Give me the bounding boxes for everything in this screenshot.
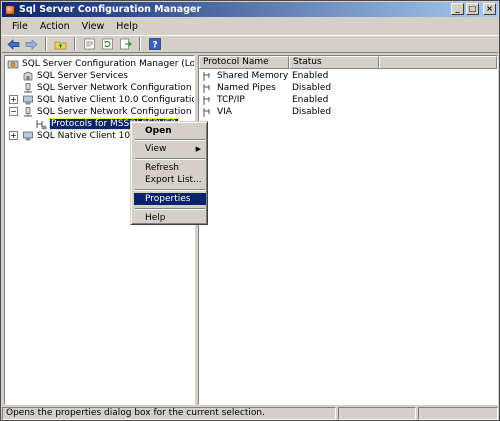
export-icon[interactable] bbox=[118, 37, 133, 51]
client-icon bbox=[23, 131, 33, 140]
list-item[interactable]: VIA Disabled bbox=[199, 106, 497, 118]
properties-icon[interactable] bbox=[82, 37, 97, 51]
forward-arrow-icon[interactable] bbox=[24, 37, 39, 51]
context-menu-refresh[interactable]: Refresh bbox=[134, 162, 206, 174]
protocol-name: Shared Memory bbox=[217, 71, 289, 81]
tree-item-label: SQL Server Network Configuration bbox=[37, 107, 192, 117]
window-title: Sql Server Configuration Manager bbox=[19, 4, 202, 15]
collapse-toggle[interactable]: − bbox=[9, 107, 18, 116]
client-icon bbox=[23, 95, 33, 104]
protocol-status: Enabled bbox=[292, 95, 329, 105]
toolbar-separator bbox=[74, 37, 76, 51]
context-menu-view[interactable]: View ▶ bbox=[134, 143, 206, 155]
status-bar: Opens the properties dialog box for the … bbox=[2, 407, 498, 420]
app-icon bbox=[5, 4, 15, 15]
column-header-empty bbox=[379, 56, 497, 69]
list-item[interactable]: Shared Memory Enabled bbox=[199, 70, 497, 82]
up-folder-icon[interactable] bbox=[53, 37, 68, 51]
tree-item-label: SQL Server Network Configuration (32bit) bbox=[37, 83, 194, 93]
context-menu-open[interactable]: Open bbox=[134, 125, 206, 137]
protocol-status: Disabled bbox=[292, 83, 332, 93]
context-menu: Open View ▶ Refresh Export List... Prope… bbox=[130, 121, 208, 225]
tree-item-label: SQL Server Services bbox=[37, 71, 128, 81]
network-icon bbox=[24, 106, 32, 116]
toolbar-separator bbox=[139, 37, 141, 51]
menu-separator bbox=[135, 158, 205, 160]
maximize-button[interactable]: □ bbox=[466, 3, 479, 15]
protocol-status: Enabled bbox=[292, 71, 329, 81]
expand-toggle[interactable]: + bbox=[9, 95, 18, 104]
menu-bar: File Action View Help bbox=[2, 18, 498, 34]
refresh-icon[interactable] bbox=[100, 37, 115, 51]
menu-separator bbox=[135, 189, 205, 191]
config-manager-icon bbox=[7, 60, 19, 68]
back-arrow-icon[interactable] bbox=[6, 37, 21, 51]
menu-file[interactable]: File bbox=[6, 21, 34, 32]
menu-separator bbox=[135, 139, 205, 141]
minimize-button[interactable]: _ bbox=[451, 3, 464, 15]
list-item[interactable]: Named Pipes Disabled bbox=[199, 82, 497, 94]
protocol-status: Disabled bbox=[292, 107, 332, 117]
tree-pane[interactable]: SQL Server Configuration Manager (Local)… bbox=[4, 55, 195, 405]
status-panel bbox=[338, 407, 416, 420]
list-item[interactable]: TCP/IP Enabled bbox=[199, 94, 497, 106]
help-icon[interactable]: ? bbox=[147, 37, 162, 51]
svg-text:?: ? bbox=[152, 41, 157, 51]
protocol-icon bbox=[203, 83, 210, 93]
window-controls: _ □ × bbox=[451, 3, 496, 15]
toolbar-separator bbox=[45, 37, 47, 51]
expand-toggle[interactable]: + bbox=[9, 131, 18, 140]
protocol-name: TCP/IP bbox=[217, 95, 245, 105]
submenu-arrow-icon: ▶ bbox=[195, 145, 201, 153]
context-menu-view-label: View bbox=[145, 144, 167, 154]
tree-item-label: SQL Server Configuration Manager (Local) bbox=[22, 59, 195, 69]
column-header-status[interactable]: Status bbox=[289, 56, 379, 69]
menu-action[interactable]: Action bbox=[34, 21, 76, 32]
menu-view[interactable]: View bbox=[76, 21, 111, 32]
network-icon bbox=[24, 82, 32, 92]
toolbar: ? bbox=[2, 35, 498, 53]
protocol-name: VIA bbox=[217, 107, 232, 117]
protocol-name: Named Pipes bbox=[217, 83, 276, 93]
status-panel bbox=[418, 407, 498, 420]
status-text: Opens the properties dialog box for the … bbox=[2, 407, 336, 420]
menu-help[interactable]: Help bbox=[110, 21, 144, 32]
context-menu-help[interactable]: Help bbox=[134, 212, 206, 224]
tree-item-native-client-32bit[interactable]: SQL Native Client 10.0 Configuration (32… bbox=[22, 94, 194, 106]
menu-separator bbox=[135, 208, 205, 210]
protocol-icon bbox=[203, 71, 210, 81]
tree-item-config-manager[interactable]: SQL Server Configuration Manager (Local) bbox=[7, 58, 195, 70]
tree-item-network-config[interactable]: SQL Server Network Configuration bbox=[22, 106, 192, 118]
protocol-icon bbox=[203, 95, 210, 105]
main-window: Sql Server Configuration Manager _ □ × F… bbox=[0, 0, 500, 421]
title-bar[interactable]: Sql Server Configuration Manager _ □ × bbox=[2, 2, 498, 17]
protocols-icon bbox=[36, 119, 47, 129]
close-button[interactable]: × bbox=[483, 3, 496, 15]
list-pane[interactable]: Protocol Name Status Shared Memory Enabl… bbox=[198, 55, 498, 405]
tree-item-services[interactable]: SQL Server Services bbox=[22, 70, 128, 82]
tree-item-label: SQL Native Client 10.0 Configuration (32… bbox=[37, 95, 194, 105]
services-icon bbox=[23, 71, 33, 80]
context-menu-export-list[interactable]: Export List... bbox=[134, 174, 206, 186]
tree-item-network-config-32bit[interactable]: SQL Server Network Configuration (32bit) bbox=[22, 82, 194, 94]
context-menu-properties[interactable]: Properties bbox=[134, 193, 206, 205]
list-header: Protocol Name Status bbox=[199, 56, 497, 69]
protocol-icon bbox=[203, 107, 210, 117]
column-header-protocol-name[interactable]: Protocol Name bbox=[199, 56, 289, 69]
